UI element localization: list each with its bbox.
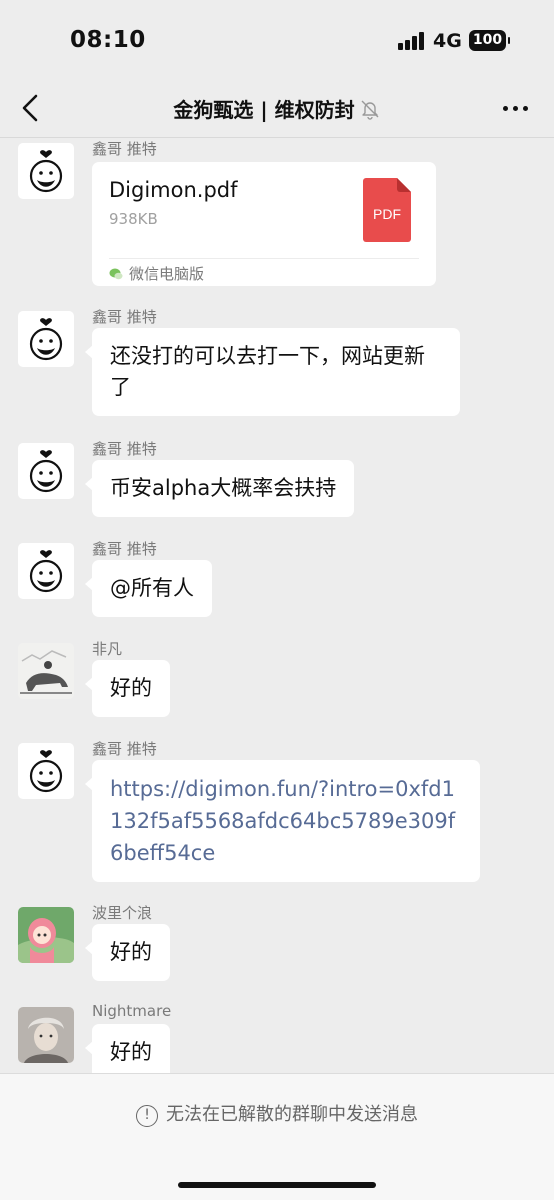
sender-name: 鑫哥 推特 bbox=[92, 540, 157, 558]
avatar[interactable] bbox=[18, 907, 74, 963]
chat-title: 金狗甄选 | 维权防封 bbox=[0, 94, 554, 123]
message-bubble[interactable]: 好的 bbox=[85, 660, 170, 717]
avatar[interactable] bbox=[18, 311, 74, 367]
landscape-avatar-icon bbox=[18, 643, 74, 699]
sender-name: Nightmare bbox=[92, 1002, 172, 1020]
file-size: 938KB bbox=[109, 210, 158, 228]
more-button[interactable] bbox=[500, 94, 532, 122]
message-bubble[interactable]: @所有人 bbox=[85, 560, 212, 617]
mute-bell-icon bbox=[361, 100, 379, 120]
sender-name: 非凡 bbox=[92, 640, 123, 658]
status-time: 08:10 bbox=[70, 27, 146, 53]
sender-name: 波里个浪 bbox=[92, 904, 153, 922]
file-card[interactable]: Digimon.pdf 938KB PDF 微信电脑版 bbox=[92, 162, 436, 286]
link-bubble[interactable]: https://digimon.fun/?intro=0xfd1132f5af5… bbox=[85, 760, 480, 882]
chat-area[interactable]: 鑫哥 推特 Digimon.pdf 938KB PDF 微信电脑版 鑫哥 推特 … bbox=[0, 139, 554, 1073]
network-label: 4G bbox=[433, 30, 462, 52]
message-bubble[interactable]: 还没打的可以去打一下，网站更新了 bbox=[85, 328, 460, 416]
sender-name: 鑫哥 推特 bbox=[92, 440, 157, 458]
avatar[interactable] bbox=[18, 443, 74, 499]
pdf-file-icon: PDF bbox=[363, 178, 411, 242]
disbanded-notice: ! 无法在已解散的群聊中发送消息 bbox=[0, 1100, 554, 1127]
chat-title-text: 金狗甄选 | 维权防封 bbox=[173, 98, 355, 122]
status-bar: 08:10 4G 100 bbox=[0, 0, 554, 80]
avatar[interactable] bbox=[18, 143, 74, 199]
input-area-disabled: ! 无法在已解散的群聊中发送消息 bbox=[0, 1073, 554, 1200]
message-bubble[interactable]: 好的 bbox=[85, 1024, 170, 1073]
divider bbox=[109, 258, 419, 259]
sender-name: 鑫哥 推特 bbox=[92, 308, 157, 326]
wechat-pc-icon bbox=[109, 268, 123, 280]
file-source-label: 微信电脑版 bbox=[129, 265, 205, 283]
more-icon bbox=[503, 106, 508, 111]
avatar[interactable] bbox=[18, 543, 74, 599]
sender-name: 鑫哥 推特 bbox=[92, 740, 157, 758]
doodle-avatar-icon bbox=[29, 750, 63, 793]
signal-icon bbox=[398, 32, 426, 50]
sketch-person-avatar-icon bbox=[18, 1007, 74, 1063]
anime-girl-avatar-icon bbox=[18, 907, 74, 963]
avatar[interactable] bbox=[18, 1007, 74, 1063]
sender-name: 鑫哥 推特 bbox=[92, 140, 157, 158]
doodle-avatar-icon bbox=[29, 550, 63, 593]
doodle-avatar-icon bbox=[29, 150, 63, 193]
doodle-avatar-icon bbox=[29, 450, 63, 493]
avatar[interactable] bbox=[18, 743, 74, 799]
file-source: 微信电脑版 bbox=[109, 263, 204, 284]
message-bubble[interactable]: 币安alpha大概率会扶持 bbox=[84, 460, 355, 517]
info-icon: ! bbox=[136, 1105, 158, 1127]
disbanded-notice-text: 无法在已解散的群聊中发送消息 bbox=[166, 1104, 418, 1125]
nav-bar: 金狗甄选 | 维权防封 bbox=[0, 80, 554, 138]
avatar[interactable] bbox=[18, 643, 74, 699]
file-name: Digimon.pdf bbox=[109, 178, 238, 202]
battery-icon: 100 bbox=[469, 30, 510, 51]
pdf-label: PDF bbox=[373, 206, 401, 222]
doodle-avatar-icon bbox=[29, 318, 63, 361]
home-indicator[interactable] bbox=[178, 1182, 376, 1188]
message-bubble[interactable]: 好的 bbox=[85, 924, 170, 981]
